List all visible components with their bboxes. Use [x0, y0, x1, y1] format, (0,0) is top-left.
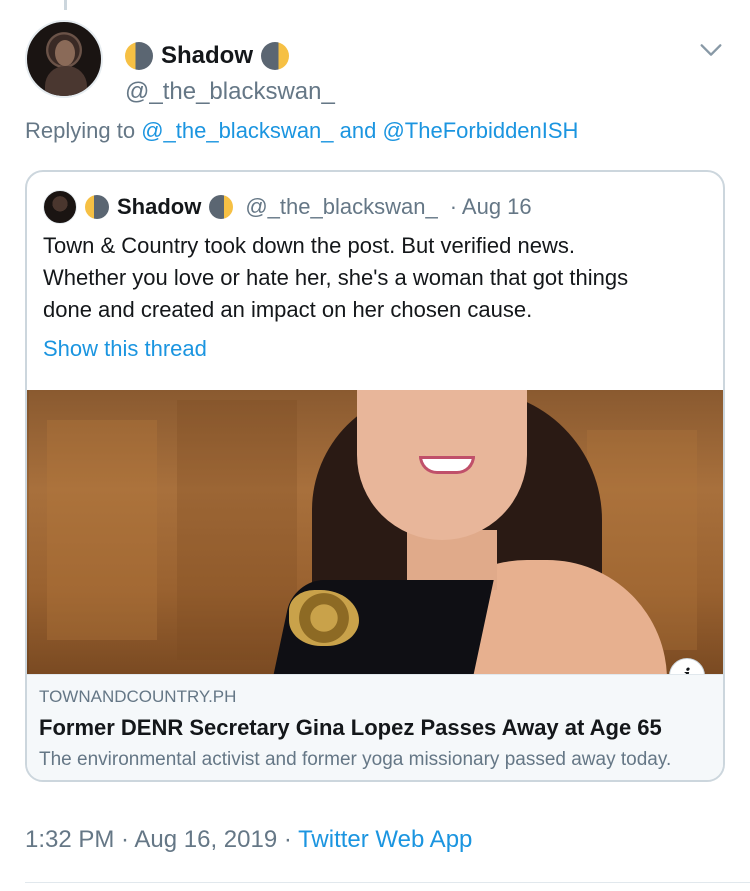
- author-handle[interactable]: @_the_blackswan_: [125, 78, 335, 106]
- quoted-text-line: Town & Country took down the post. But v…: [43, 233, 575, 258]
- tweet-timestamp[interactable]: 1:32 PM · Aug 16, 2019 ·: [25, 826, 298, 853]
- author-display-name[interactable]: Shadow: [161, 42, 253, 70]
- thread-connector-line: [64, 0, 67, 10]
- avatar-body: [45, 66, 87, 96]
- link-card-meta[interactable]: TOWNANDCOUNTRY.PH Former DENR Secretary …: [27, 674, 723, 780]
- card-description: The environmental activist and former yo…: [39, 749, 672, 770]
- tweet-source-link[interactable]: Twitter Web App: [298, 826, 472, 853]
- waning-moon-icon: [85, 195, 109, 219]
- quoted-text-line: Whether you love or hate her, she's a wo…: [43, 265, 629, 290]
- author-avatar[interactable]: [25, 20, 103, 98]
- quoted-text: Town & Country took down the post. But v…: [43, 230, 713, 326]
- background-panel: [47, 420, 157, 640]
- quoted-handle: @_the_blackswan_: [245, 194, 438, 219]
- quoted-text-line: done and created an impact on her chosen…: [43, 297, 533, 322]
- quoted-date: · Aug 16: [449, 194, 532, 219]
- card-domain: TOWNANDCOUNTRY.PH: [39, 687, 237, 706]
- waning-moon-icon: [125, 42, 153, 70]
- replying-to-line: Replying to @_the_blackswan_ and @TheFor…: [25, 118, 578, 144]
- reply-mention-1[interactable]: @_the_blackswan_: [141, 118, 333, 143]
- waxing-moon-icon: [261, 42, 290, 70]
- quoted-header: Shadow @_the_blackswan_ · Aug 16: [43, 190, 532, 224]
- replying-joiner: and: [333, 118, 383, 143]
- tweet-header: Shadow @_the_blackswan_: [25, 20, 725, 105]
- quoted-display-name: Shadow: [117, 194, 202, 219]
- background-panel: [177, 400, 297, 660]
- show-thread-link[interactable]: Show this thread: [43, 336, 207, 362]
- avatar-face: [55, 40, 75, 66]
- tweet-timestamp-line: 1:32 PM · Aug 16, 2019 · Twitter Web App: [25, 826, 472, 854]
- card-title: Former DENR Secretary Gina Lopez Passes …: [39, 715, 662, 740]
- chevron-down-icon[interactable]: [697, 36, 725, 64]
- reply-mention-2[interactable]: @TheForbiddenISH: [382, 118, 578, 143]
- divider: [25, 882, 750, 883]
- author-name-row[interactable]: Shadow: [125, 42, 290, 70]
- quoted-author-avatar: [43, 190, 77, 224]
- waxing-moon-icon: [209, 195, 234, 219]
- replying-prefix: Replying to: [25, 118, 142, 143]
- quoted-tweet[interactable]: Shadow @_the_blackswan_ · Aug 16 Town & …: [25, 170, 725, 782]
- link-card-image[interactable]: [27, 390, 723, 674]
